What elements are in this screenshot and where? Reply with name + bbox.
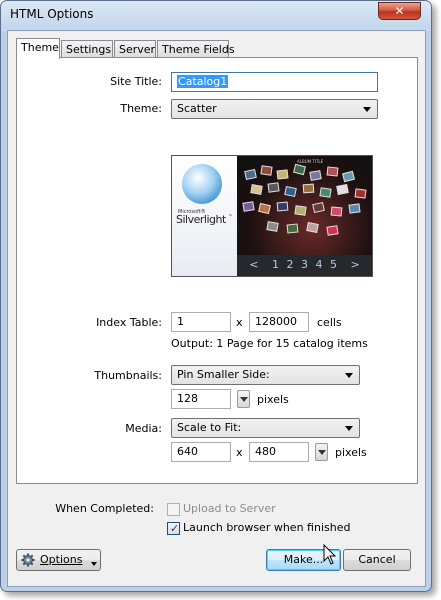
photo-thumbnail bbox=[302, 183, 315, 194]
media-height-input[interactable]: 480 bbox=[249, 442, 309, 462]
gear-icon bbox=[21, 553, 35, 567]
photo-thumbnail bbox=[267, 182, 280, 193]
pager-page: 2 bbox=[286, 258, 294, 271]
cells-label: cells bbox=[317, 316, 342, 329]
thumbnail-size-input[interactable]: 128 bbox=[171, 389, 231, 409]
photo-thumbnail bbox=[326, 166, 339, 177]
pager-page: 4 bbox=[315, 258, 323, 271]
options-button[interactable]: Options bbox=[16, 549, 101, 571]
photo-thumbnail bbox=[284, 185, 297, 198]
dialog-client: Theme Settings Server Theme Fields Site … bbox=[7, 30, 426, 587]
media-mode-value: Scale to Fit: bbox=[177, 421, 242, 434]
title-bar[interactable]: HTML Options ✕ bbox=[1, 1, 431, 29]
photo-thumbnail bbox=[286, 223, 299, 234]
photo-thumbnail bbox=[258, 202, 271, 215]
photo-thumbnail bbox=[326, 225, 339, 236]
theme-value: Scatter bbox=[177, 102, 217, 115]
tab-server[interactable]: Server bbox=[114, 40, 156, 58]
mouse-pointer-icon bbox=[323, 544, 337, 565]
tab-settings[interactable]: Settings bbox=[61, 40, 113, 58]
chevron-down-icon bbox=[318, 450, 326, 455]
index-table-label: Index Table: bbox=[96, 316, 162, 329]
checkmark-icon: ✓ bbox=[170, 522, 180, 535]
photo-thumbnail bbox=[330, 206, 343, 217]
photo-thumbnail bbox=[348, 203, 361, 214]
photo-thumbnail bbox=[306, 222, 319, 233]
launch-browser-checkbox[interactable]: ✓ bbox=[167, 522, 180, 535]
upload-label: Upload to Server bbox=[183, 502, 276, 515]
media-mode-select[interactable]: Scale to Fit: bbox=[171, 418, 360, 438]
silverlight-text: Silverlight bbox=[176, 213, 226, 226]
photo-thumbnail bbox=[276, 169, 289, 180]
site-title-value: Catalog1 bbox=[177, 75, 229, 88]
chevron-down-icon bbox=[345, 426, 353, 431]
tab-theme-fields[interactable]: Theme Fields bbox=[157, 40, 235, 58]
theme-label: Theme: bbox=[120, 102, 162, 115]
photo-thumbnail bbox=[242, 201, 255, 212]
chevron-down-icon bbox=[91, 562, 97, 566]
photo-thumbnail bbox=[293, 163, 306, 176]
close-button[interactable]: ✕ bbox=[378, 2, 421, 20]
chevron-down-icon bbox=[363, 107, 371, 112]
preview-pager: < 1 2 3 4 5 > bbox=[237, 255, 372, 276]
thumbnails-mode-select[interactable]: Pin Smaller Side: bbox=[171, 365, 360, 385]
media-size-dropdown[interactable] bbox=[315, 443, 328, 461]
dialog-window: HTML Options ✕ Theme Settings Server The… bbox=[0, 0, 432, 592]
close-icon: ✕ bbox=[394, 4, 405, 18]
photo-thumbnail bbox=[294, 205, 307, 216]
photo-thumbnail bbox=[354, 188, 367, 199]
media-pixels-label: pixels bbox=[335, 446, 367, 459]
photo-thumbnail bbox=[309, 170, 322, 181]
site-title-input[interactable]: Catalog1 bbox=[171, 72, 378, 92]
times-sign: x bbox=[236, 446, 243, 459]
photo-thumbnail bbox=[276, 201, 289, 212]
photo-thumbnail bbox=[319, 187, 332, 198]
when-completed-label: When Completed: bbox=[55, 502, 154, 515]
theme-select[interactable]: Scatter bbox=[171, 99, 378, 119]
launch-browser-label: Launch browser when finished bbox=[183, 521, 351, 534]
photo-thumbnail bbox=[342, 170, 355, 183]
silverlight-logo: Microsoft® Silverlight ™ bbox=[172, 156, 237, 276]
index-columns-input[interactable]: 1 bbox=[171, 312, 231, 332]
thumbnail-size-dropdown[interactable] bbox=[237, 390, 250, 408]
cancel-button[interactable]: Cancel bbox=[343, 549, 411, 571]
photo-thumbnail bbox=[250, 184, 263, 195]
photo-thumbnail bbox=[244, 168, 257, 181]
photo-thumbnail bbox=[312, 201, 325, 214]
pager-prev-icon: < bbox=[249, 258, 259, 271]
thumbnail-pixels-label: pixels bbox=[257, 393, 289, 406]
index-rows-input[interactable]: 128000 bbox=[249, 312, 309, 332]
site-title-label: Site Title: bbox=[110, 75, 162, 88]
pager-page: 3 bbox=[301, 258, 308, 271]
theme-panel: Site Title: Catalog1 Theme: Scatter Micr… bbox=[16, 57, 418, 484]
media-label: Media: bbox=[125, 422, 162, 435]
photo-thumbnail bbox=[260, 165, 273, 176]
chevron-down-icon bbox=[345, 373, 353, 378]
window-title: HTML Options bbox=[10, 7, 94, 21]
options-button-label: Options bbox=[40, 553, 83, 566]
album-title: ALBUM TITLE bbox=[297, 159, 324, 164]
upload-checkbox[interactable] bbox=[167, 503, 180, 516]
thumbnails-label: Thumbnails: bbox=[94, 369, 162, 382]
photo-thumbnail bbox=[336, 184, 349, 195]
chevron-down-icon bbox=[240, 397, 248, 402]
pager-page: 5 bbox=[330, 258, 337, 271]
pager-next-icon: > bbox=[350, 258, 360, 271]
trademark-text: ™ bbox=[228, 214, 233, 220]
photo-thumbnail bbox=[266, 221, 279, 232]
media-width-input[interactable]: 640 bbox=[171, 442, 231, 462]
divider bbox=[36, 300, 400, 301]
silverlight-orb-icon bbox=[182, 164, 222, 204]
times-sign: x bbox=[236, 316, 243, 329]
pager-page: 1 bbox=[272, 258, 279, 271]
output-summary: Output: 1 Page for 15 catalog items bbox=[171, 337, 368, 350]
thumbnails-mode-value: Pin Smaller Side: bbox=[177, 368, 270, 381]
theme-preview-image: Microsoft® Silverlight ™ ALBUM TITLE < 1… bbox=[171, 155, 373, 277]
tab-theme[interactable]: Theme bbox=[16, 38, 60, 59]
